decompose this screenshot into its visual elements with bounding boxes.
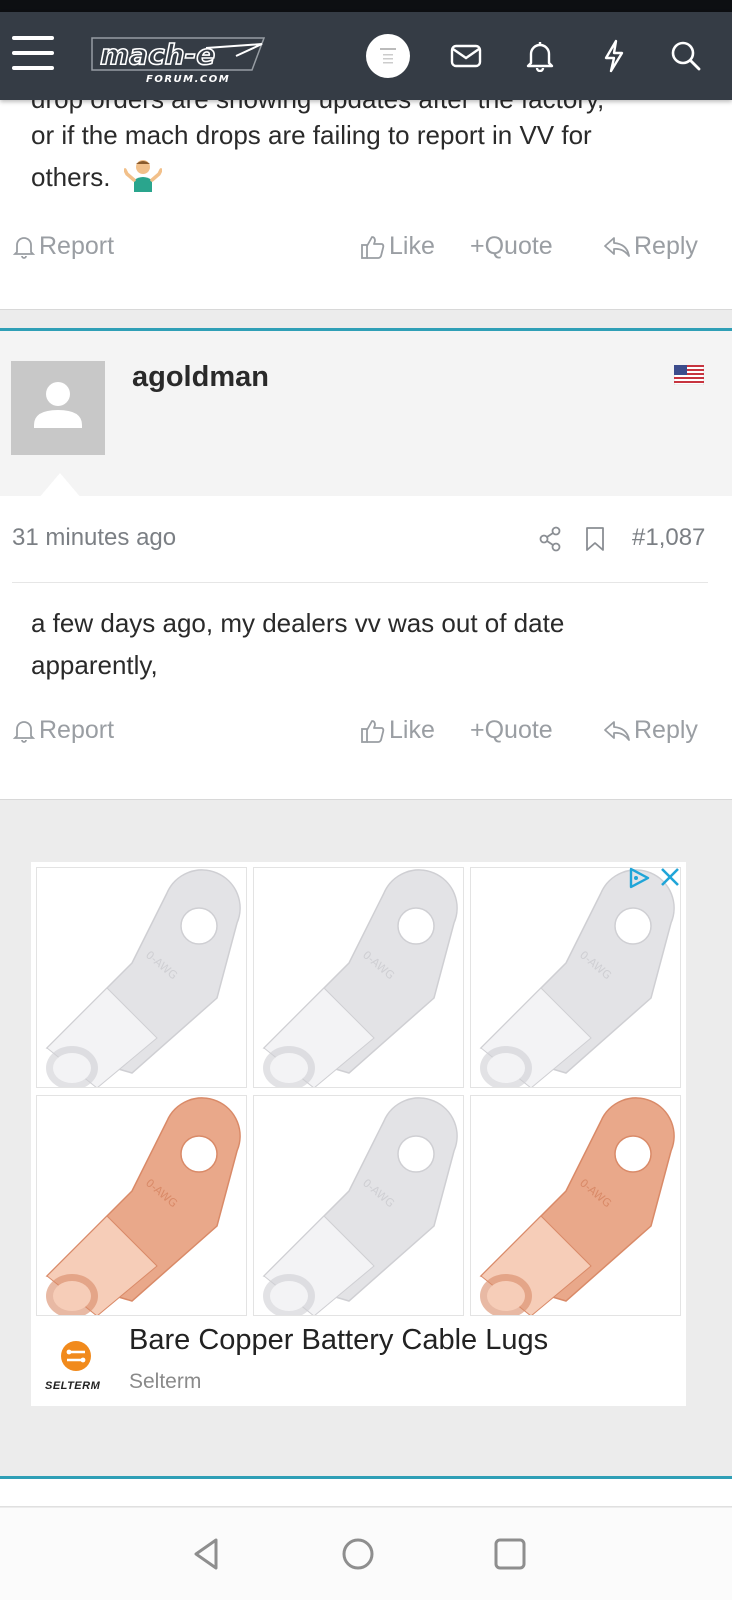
screen: mach-e FORUM.COM or if the mach drops ar… [0,0,732,1600]
ad-product-image[interactable]: 0-AWG [36,867,247,1088]
bolt-icon[interactable] [592,34,636,78]
home-icon[interactable] [338,1534,378,1574]
share-icon[interactable] [538,526,562,552]
cable-lug-image: 0-AWG [45,869,241,1087]
ad-product-image[interactable]: 0-AWG [36,1095,247,1316]
cable-lug-image: 0-AWG [262,1097,458,1315]
post-text-line-last: others. [31,156,162,198]
post-actions: Report Like +Quote Reply [0,232,732,272]
adchoices-icon[interactable] [627,866,651,890]
ad-product-image[interactable]: 0-AWG [253,867,464,1088]
post-body: 31 minutes ago #1,087 a few days ago, my… [0,496,732,800]
ad-logo-text: SELTERM [45,1380,101,1392]
like-button[interactable]: Like [360,232,435,261]
selterm-logo [61,1341,91,1371]
username[interactable]: agoldman [132,361,269,394]
advertisement[interactable]: 0-AWG 0-AWG 0-AWG 0-AWG 0-AWG 0-AWG SELT… [31,862,686,1406]
ad-advertiser: Selterm [129,1370,202,1393]
post-actions: Report Like +Quote Reply [0,716,732,756]
quote-label: +Quote [470,716,553,744]
post-timestamp[interactable]: 31 minutes ago [12,524,176,552]
reply-icon [604,720,630,741]
previous-post: drop orders are showing updates after th… [0,100,732,310]
us-flag-icon[interactable] [674,365,704,385]
bell-icon [12,720,36,743]
ad-headline[interactable]: Bare Copper Battery Cable Lugs [129,1324,548,1357]
system-nav-bar [0,1508,732,1600]
next-post-top [0,1479,732,1507]
ad-product-image[interactable]: 0-AWG [470,1095,681,1316]
post-number[interactable]: #1,087 [632,524,705,552]
shrug-emoji-icon [123,160,162,192]
post-text-line: a few days ago, my dealers vv was out of… [31,608,565,638]
recents-icon[interactable] [490,1534,530,1574]
like-label: Like [389,232,435,260]
close-icon[interactable] [659,866,681,888]
thumbs-up-icon [361,719,385,743]
like-label: Like [389,716,435,744]
post-text: others. [31,162,111,192]
cable-lug-image: 0-AWG [45,1097,241,1315]
post-author-header: agoldman [0,328,732,499]
reply-button[interactable]: Reply [603,232,698,261]
ad-product-image[interactable]: 0-AWG [470,867,681,1088]
reply-label: Reply [634,232,698,260]
envelope-icon[interactable] [444,34,488,78]
report-button[interactable]: Report [12,232,114,261]
top-nav: mach-e FORUM.COM [0,12,732,100]
ad-choices[interactable] [627,866,681,890]
menu-icon[interactable] [12,36,54,72]
post-text-line: apparently, [31,650,158,680]
logo-subtext: FORUM.COM [146,74,230,85]
bookmark-icon[interactable] [584,526,606,552]
ad-image-grid[interactable]: 0-AWG 0-AWG 0-AWG 0-AWG 0-AWG 0-AWG [36,867,681,1316]
reply-label: Reply [634,716,698,744]
thumbs-up-icon [361,235,385,259]
post-text-line: or if the mach drops are failing to repo… [31,120,592,150]
report-label: Report [39,716,115,744]
bell-icon[interactable] [518,34,562,78]
quote-button[interactable]: +Quote [470,232,553,261]
logo-wordmark: mach-e [100,38,215,71]
site-logo[interactable]: mach-e FORUM.COM [86,26,272,88]
reply-button[interactable]: Reply [603,716,698,745]
ad-product-image[interactable]: 0-AWG [253,1095,464,1316]
quote-label: +Quote [470,232,553,260]
reply-icon [604,236,630,257]
cable-lug-image: 0-AWG [479,1097,675,1315]
cable-lug-image: 0-AWG [262,869,458,1087]
cable-lug-image: 0-AWG [479,869,675,1087]
bell-icon [12,236,36,259]
report-label: Report [39,232,115,260]
avatar[interactable] [11,361,105,455]
like-button[interactable]: Like [360,716,435,745]
search-icon[interactable] [664,34,708,78]
status-bar [0,0,732,12]
report-button[interactable]: Report [12,716,114,745]
back-icon[interactable] [188,1534,228,1574]
divider [12,582,708,583]
quote-button[interactable]: +Quote [470,716,553,745]
avatar-icon[interactable] [366,34,410,78]
